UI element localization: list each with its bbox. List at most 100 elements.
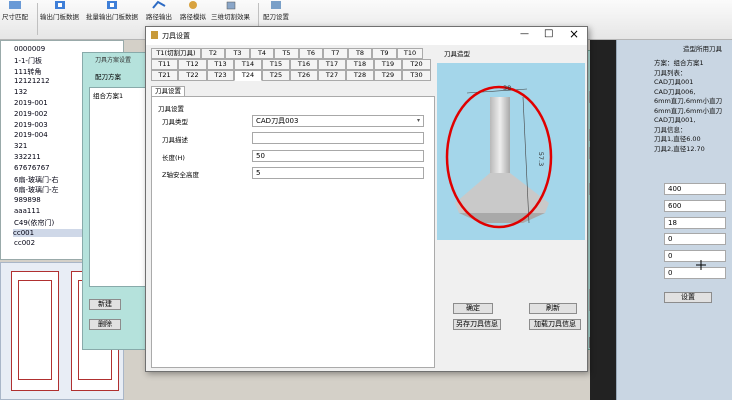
value-input[interactable]: 0 xyxy=(664,233,726,246)
length-input[interactable]: 50 xyxy=(252,150,424,162)
list-item[interactable]: 2019-003 xyxy=(14,121,48,129)
list-item[interactable]: cc002 xyxy=(14,239,35,247)
tab-t12[interactable]: T12 xyxy=(178,59,207,70)
list-item[interactable]: aaa111 xyxy=(14,207,40,215)
info-line: 刀具信息： xyxy=(654,125,687,134)
tab-t21[interactable]: T21 xyxy=(151,70,178,81)
tab-t26[interactable]: T26 xyxy=(290,70,318,81)
tab-t22[interactable]: T22 xyxy=(178,70,207,81)
scheme-window: 刀具方案设置 配刀方案 组合方案1 新建 删除 xyxy=(82,52,152,350)
tab-t15[interactable]: T15 xyxy=(262,59,290,70)
scheme-list[interactable]: 组合方案1 xyxy=(89,87,149,287)
list-item[interactable]: 12121212 xyxy=(14,77,50,85)
tab-t30[interactable]: T30 xyxy=(402,70,431,81)
scheme-list-item[interactable]: 组合方案1 xyxy=(93,90,123,100)
path-output-button[interactable]: 路径输出 xyxy=(146,0,172,21)
path-icon xyxy=(152,0,166,10)
door-preview-thumbnail[interactable] xyxy=(11,271,59,391)
list-item[interactable]: 111转角 xyxy=(14,67,41,77)
width-dimension: 38 xyxy=(503,84,512,92)
group-label: 刀具设置 xyxy=(158,105,184,113)
tab-t24[interactable]: T24 xyxy=(234,70,262,81)
tab-t17[interactable]: T17 xyxy=(318,59,346,70)
tool-shape-preview: 38 57.3 xyxy=(437,63,585,240)
refresh-button[interactable]: 刷新 xyxy=(529,303,577,314)
tab-t19[interactable]: T19 xyxy=(374,59,402,70)
tool-type-label: 刀具类型 xyxy=(162,118,188,126)
value-input[interactable]: 0 xyxy=(664,267,726,279)
3d-cut-effect-button[interactable]: 三维切割效果 xyxy=(211,0,250,21)
list-item[interactable]: 2019-004 xyxy=(14,131,48,139)
close-icon[interactable]: × xyxy=(569,27,579,41)
tab-t18[interactable]: T18 xyxy=(346,59,374,70)
tab-t9[interactable]: T9 xyxy=(372,48,397,59)
cube-icon xyxy=(224,0,238,10)
ok-button[interactable]: 确定 xyxy=(453,303,493,314)
list-item[interactable]: 67676767 xyxy=(14,164,50,172)
info-line: 刀具列表： xyxy=(654,68,687,77)
tab-t8[interactable]: T8 xyxy=(348,48,372,59)
export-icon xyxy=(53,0,67,10)
tool-config-button[interactable]: 配刀设置 xyxy=(263,0,289,21)
list-item[interactable]: 321 xyxy=(14,142,27,150)
info-line: 刀具2,直径12.70 xyxy=(654,144,705,153)
list-item[interactable]: 6扇-玻璃门-左 xyxy=(14,185,59,195)
tab-t3[interactable]: T3 xyxy=(225,48,250,59)
delete-scheme-button[interactable]: 删除 xyxy=(89,319,121,330)
list-item[interactable]: 6扇-玻璃门-右 xyxy=(14,175,59,185)
info-line: CAD刀具006, xyxy=(654,87,696,96)
tab-t28[interactable]: T28 xyxy=(346,70,374,81)
crosshair-icon xyxy=(696,260,706,270)
size-match-button[interactable]: 尺寸匹配 xyxy=(2,0,28,21)
tab-t7[interactable]: T7 xyxy=(323,48,348,59)
value-input[interactable]: 400 xyxy=(664,183,726,195)
maximize-icon[interactable]: □ xyxy=(544,28,553,39)
tab-t29[interactable]: T29 xyxy=(374,70,402,81)
list-item[interactable]: 2019-001 xyxy=(14,99,48,107)
tab-t14[interactable]: T14 xyxy=(234,59,262,70)
info-line: 刀具1,直径6.00 xyxy=(654,135,701,143)
dialog-titlebar: 刀具设置 — □ × xyxy=(146,27,587,45)
value-input[interactable]: 600 xyxy=(664,199,726,212)
tool-config-icon xyxy=(269,0,283,10)
scheme-tab-label[interactable]: 配刀方案 xyxy=(95,71,121,81)
canvas-area xyxy=(590,40,618,400)
path-simulation-button[interactable]: 路径模拟 xyxy=(180,0,206,21)
list-item[interactable]: 332211 xyxy=(14,153,41,161)
tab-t4[interactable]: T4 xyxy=(250,48,274,59)
save-tool-info-button[interactable]: 另存刀具信息 xyxy=(453,319,501,330)
tool-desc-input[interactable] xyxy=(252,132,424,144)
list-item[interactable]: C49(依帘门) xyxy=(14,218,54,228)
tab-t23[interactable]: T23 xyxy=(207,70,234,81)
scheme-window-title: 刀具方案设置 xyxy=(95,57,132,64)
set-button[interactable]: 设置 xyxy=(664,292,712,303)
tab-t5[interactable]: T5 xyxy=(274,48,299,59)
batch-export-button[interactable]: 批量输出门板数据 xyxy=(86,0,138,21)
tab-t10[interactable]: T10 xyxy=(397,48,423,59)
tool-settings-panel: 刀具设置 刀具类型 CAD刀具003 ▾ 刀具描述 长度(H) 50 Z轴安全高… xyxy=(151,96,435,368)
tab-t16[interactable]: T16 xyxy=(290,59,318,70)
list-item[interactable]: 989898 xyxy=(14,196,41,204)
value-input[interactable]: 18 xyxy=(664,216,726,229)
value-input[interactable]: 0 xyxy=(664,250,726,263)
tab-t1[interactable]: T1(切割刀具) xyxy=(151,48,201,59)
tool-type-select[interactable]: CAD刀具003 ▾ xyxy=(252,115,424,127)
list-item[interactable]: 1-1-门板 xyxy=(14,56,42,66)
list-item[interactable]: 0000009 xyxy=(14,45,45,53)
tab-t6[interactable]: T6 xyxy=(299,48,323,59)
list-item[interactable]: 132 xyxy=(14,88,27,96)
tool-settings-dialog: 刀具设置 — □ × T1(切割刀具) T2 T3 T4 T5 T6 T7 T8 T9 T10 T1… xyxy=(145,26,588,372)
load-tool-info-button[interactable]: 加载刀具信息 xyxy=(529,319,581,330)
minimize-icon[interactable]: — xyxy=(520,29,529,39)
size-match-icon xyxy=(8,0,22,10)
export-door-data-button[interactable]: 输出门板数据 xyxy=(40,0,79,21)
tab-t27[interactable]: T27 xyxy=(318,70,346,81)
z-safe-height-input[interactable]: 5 xyxy=(252,167,424,179)
tab-t25[interactable]: T25 xyxy=(262,70,290,81)
tab-t20[interactable]: T20 xyxy=(402,59,431,70)
tab-t2[interactable]: T2 xyxy=(201,48,225,59)
tab-t11[interactable]: T11 xyxy=(151,59,178,70)
new-scheme-button[interactable]: 新建 xyxy=(89,299,121,310)
list-item[interactable]: 2019-002 xyxy=(14,110,48,118)
tab-t13[interactable]: T13 xyxy=(207,59,234,70)
